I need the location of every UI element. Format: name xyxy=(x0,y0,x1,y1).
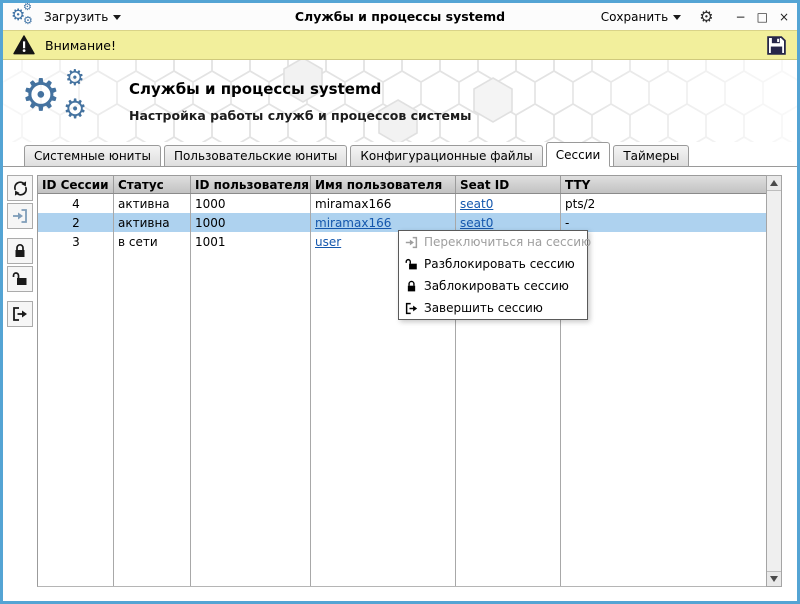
warning-text: Внимание! xyxy=(45,37,116,53)
cell-user-id: 1001 xyxy=(195,234,226,249)
seat-id-link[interactable]: seat0 xyxy=(460,197,493,211)
maximize-button[interactable]: □ xyxy=(757,11,768,23)
scrollbar-down-button[interactable] xyxy=(767,571,781,586)
save-icon[interactable] xyxy=(766,35,787,56)
refresh-button[interactable] xyxy=(7,175,33,201)
table-header: ID Сессии Статус ID пользователя Имя пол… xyxy=(38,175,766,194)
load-menu-button[interactable]: Загрузить xyxy=(44,9,122,24)
lock-icon xyxy=(15,244,25,257)
cell-user-id: 1000 xyxy=(195,215,226,230)
switch-to-session-icon xyxy=(405,236,418,248)
cell-user-name: miramax166 xyxy=(315,196,392,211)
lock-icon xyxy=(407,280,416,291)
cell-session-id: 2 xyxy=(72,215,80,230)
tab-bar: Системные юниты Пользовательские юниты К… xyxy=(3,142,797,167)
unlock-icon xyxy=(405,258,417,269)
chevron-down-icon xyxy=(673,14,682,20)
grid-line xyxy=(310,194,311,586)
load-menu-label: Загрузить xyxy=(44,9,109,24)
column-header-tty[interactable]: TTY xyxy=(561,176,766,193)
app-gears-icon: ⚙ ⚙ ⚙ xyxy=(11,1,33,27)
cell-status: активна xyxy=(118,215,170,230)
app-window: ⚙ ⚙ ⚙ Загрузить Службы и процессы systemd … xyxy=(0,0,800,604)
table-row-session-4[interactable]: 4 активна 1000 miramax166 seat0 pts/2 xyxy=(38,194,766,213)
logout-icon xyxy=(405,302,418,314)
tab-timers[interactable]: Таймеры xyxy=(613,145,690,166)
minimize-button[interactable]: − xyxy=(736,11,746,23)
grid-line xyxy=(113,194,114,586)
column-header-user-name[interactable]: Имя пользователя xyxy=(311,176,456,193)
warning-triangle-icon xyxy=(13,35,35,55)
menu-item-unlock-session[interactable]: Разблокировать сессию xyxy=(399,253,587,275)
tab-system-units[interactable]: Системные юниты xyxy=(24,145,161,166)
save-menu-button[interactable]: Сохранить xyxy=(601,10,682,24)
scrollbar-up-button[interactable] xyxy=(767,176,781,191)
page-subtitle: Настройка работы служб и процессов систе… xyxy=(129,107,472,123)
menu-item-switch-to-session: Переключиться на сессию xyxy=(399,231,591,253)
warning-banner: Внимание! xyxy=(3,30,797,60)
grid-line xyxy=(190,194,191,586)
page-title: Службы и процессы systemd xyxy=(129,79,382,98)
chevron-down-icon xyxy=(113,14,122,20)
scrollbar-thumb[interactable] xyxy=(767,191,781,571)
triangle-down-icon xyxy=(770,576,778,582)
refresh-icon xyxy=(13,180,27,196)
cell-status: активна xyxy=(118,196,170,211)
tab-user-units[interactable]: Пользовательские юниты xyxy=(163,145,348,166)
column-header-session-id[interactable]: ID Сессии xyxy=(38,176,114,193)
menu-item-end-session[interactable]: Завершить сессию xyxy=(399,297,587,319)
user-name-link[interactable]: miramax166 xyxy=(315,216,391,230)
vertical-scrollbar[interactable] xyxy=(766,175,782,587)
tab-sessions[interactable]: Сессии xyxy=(545,142,611,167)
save-menu-label: Сохранить xyxy=(600,9,669,24)
switch-to-session-icon xyxy=(13,209,27,223)
close-button[interactable]: × xyxy=(779,11,789,23)
logout-icon xyxy=(13,307,27,321)
tab-config-files[interactable]: Конфигурационные файлы xyxy=(350,145,543,166)
column-header-user-id[interactable]: ID пользователя xyxy=(191,176,311,193)
end-session-button[interactable] xyxy=(7,301,33,327)
seat-id-link[interactable]: seat0 xyxy=(460,216,493,230)
unlock-session-button[interactable] xyxy=(7,266,33,292)
cell-session-id: 4 xyxy=(72,196,80,211)
cell-tty: - xyxy=(565,215,570,230)
triangle-up-icon xyxy=(770,180,778,186)
unlock-icon xyxy=(12,272,27,285)
switch-to-session-button xyxy=(7,203,33,229)
session-context-menu: Переключиться на сессию Разблокировать с… xyxy=(398,230,591,320)
menu-item-lock-session[interactable]: Заблокировать сессию xyxy=(399,275,587,297)
cell-tty xyxy=(561,232,766,251)
page-header: ⚙ ⚙ ⚙ Службы и процессы systemd Настройка … xyxy=(3,60,797,142)
title-bar: ⚙ ⚙ ⚙ Загрузить Службы и процессы systemd … xyxy=(3,3,797,30)
user-name-link[interactable]: user xyxy=(315,235,341,249)
cell-user-id: 1000 xyxy=(195,196,226,211)
column-header-status[interactable]: Статус xyxy=(114,176,191,193)
cell-status: в сети xyxy=(118,234,158,249)
settings-gear-icon[interactable]: ⚙ xyxy=(699,8,713,25)
session-toolbar xyxy=(7,175,35,329)
app-logo-gears-icon: ⚙ ⚙ ⚙ xyxy=(21,66,88,125)
lock-session-button[interactable] xyxy=(7,238,33,264)
cell-tty: pts/2 xyxy=(565,196,596,211)
column-header-seat-id[interactable]: Seat ID xyxy=(456,176,561,193)
cell-session-id: 3 xyxy=(72,234,80,249)
